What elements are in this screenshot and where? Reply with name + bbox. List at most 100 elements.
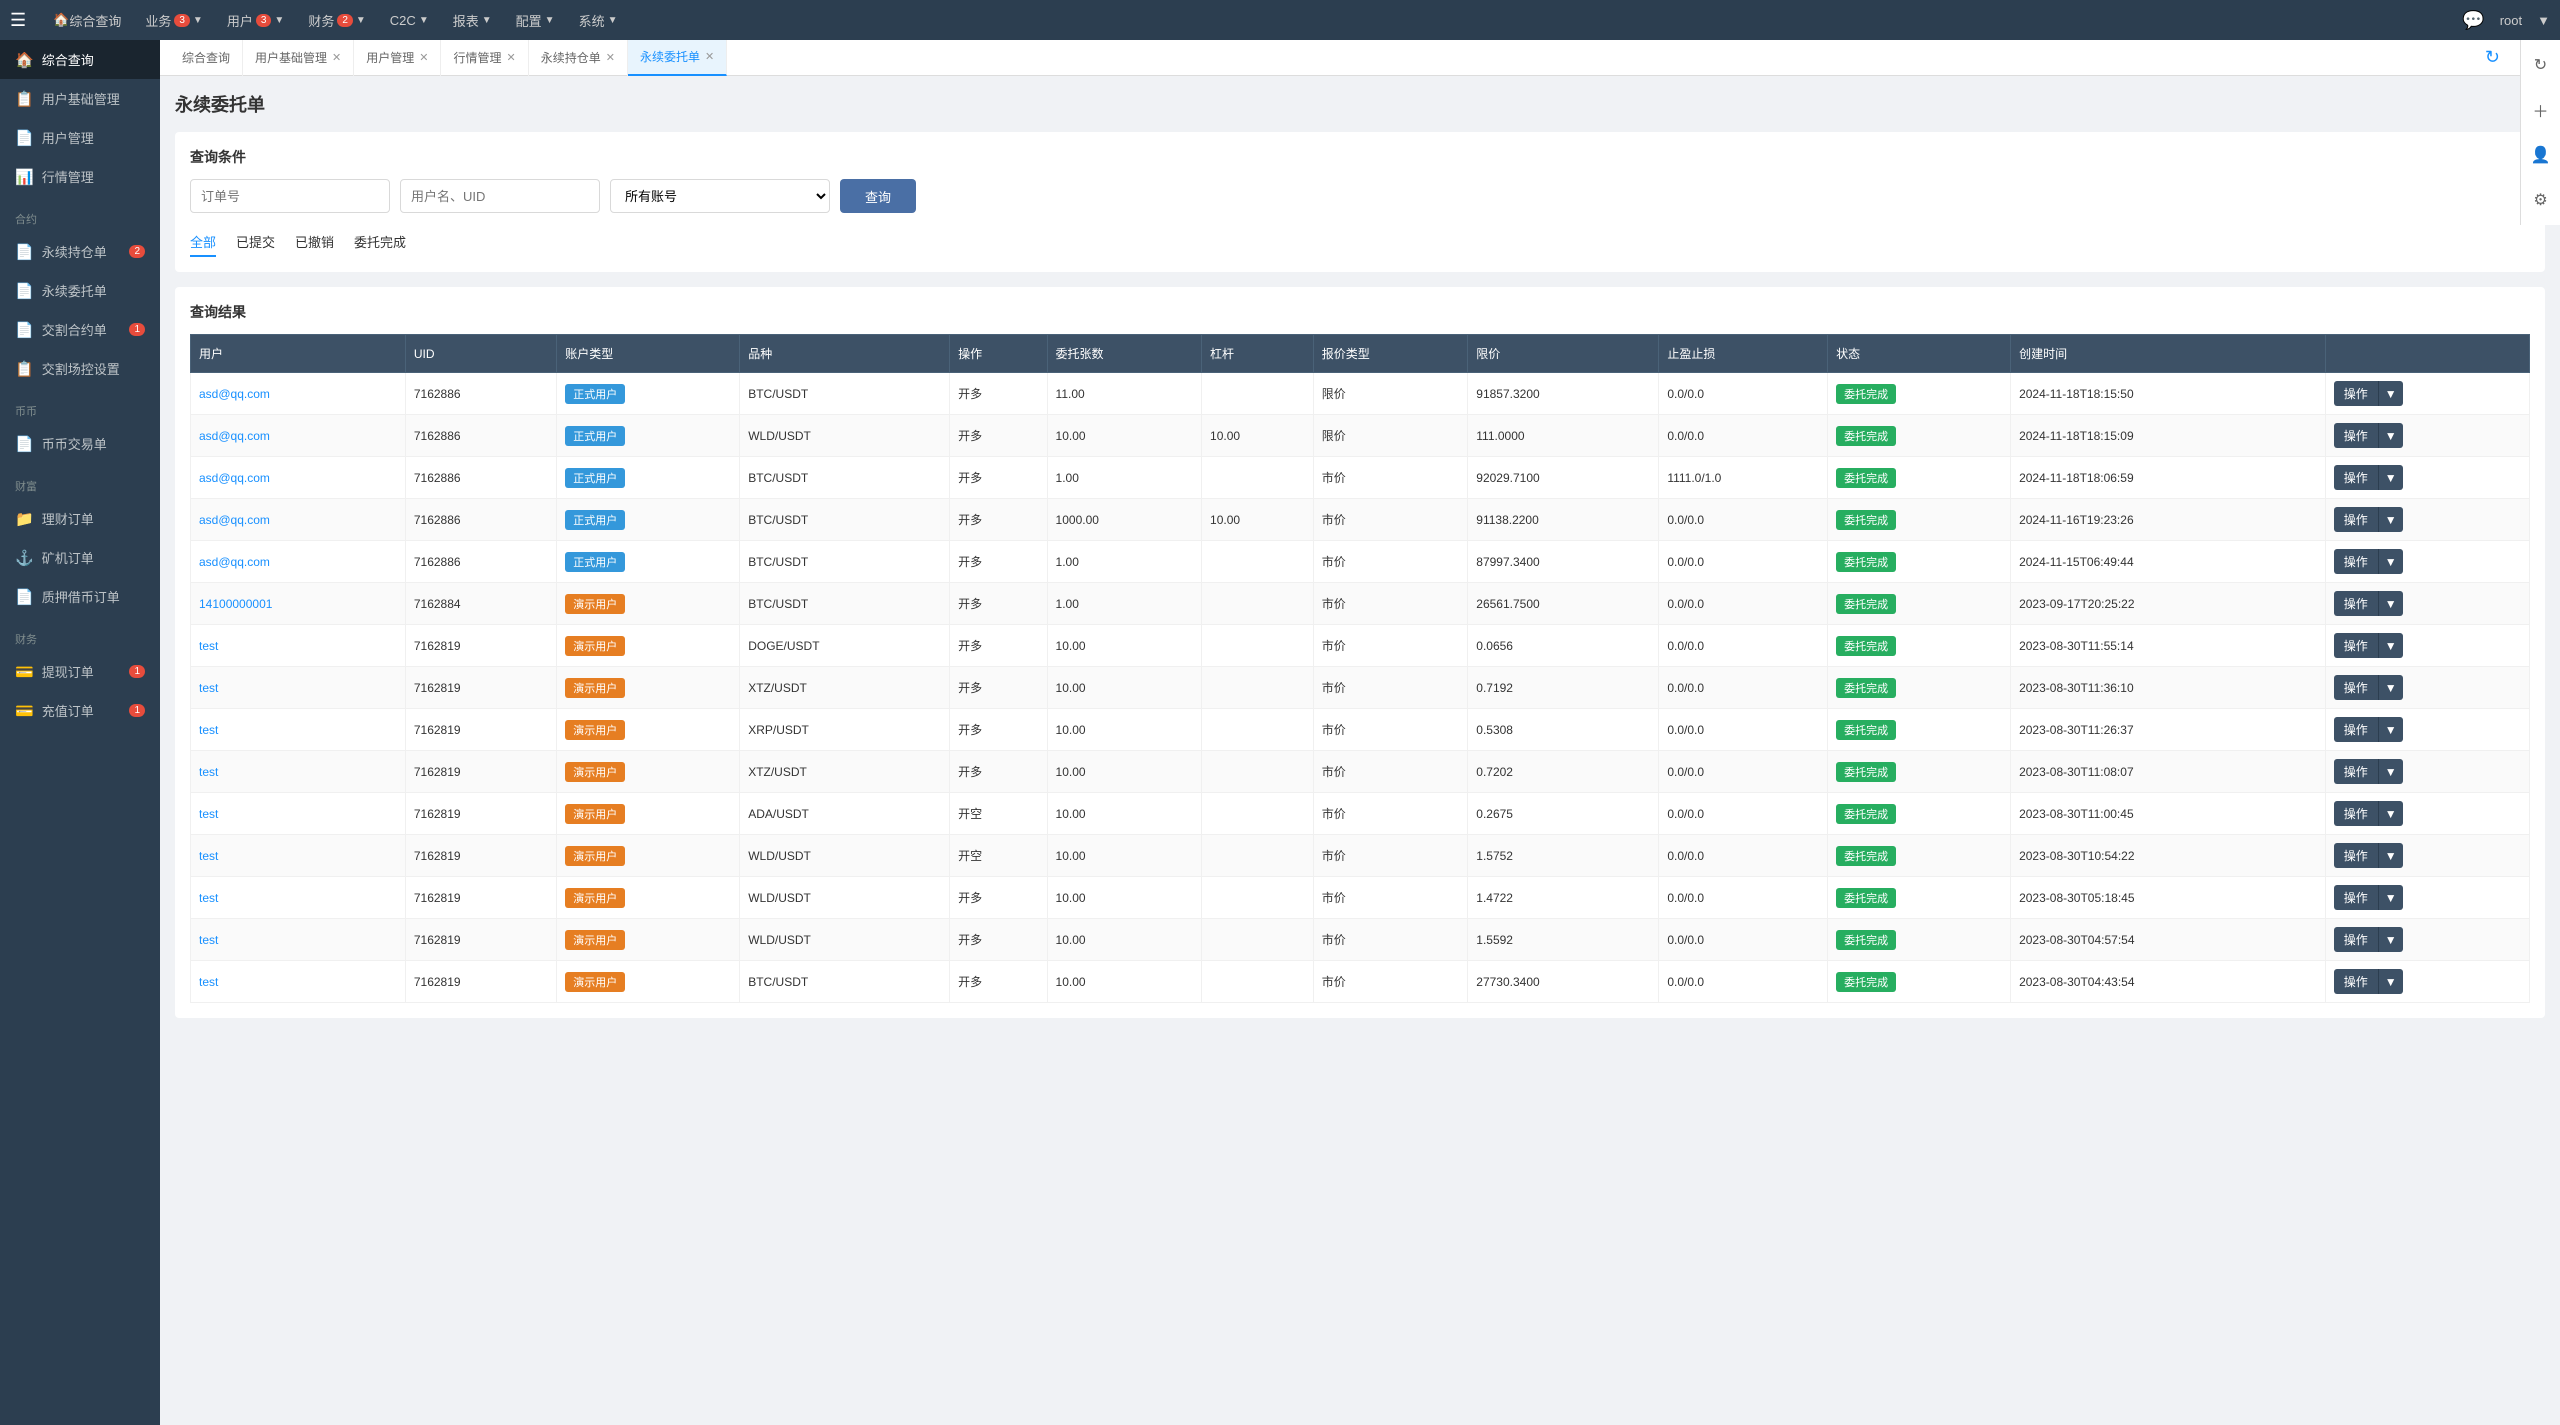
action-button[interactable]: 操作 (2334, 801, 2378, 826)
cell-leverage (1202, 919, 1314, 961)
action-button[interactable]: 操作 (2334, 927, 2378, 952)
action-button[interactable]: 操作 (2334, 633, 2378, 658)
sidebar-item-spot-trading[interactable]: 📄 币币交易单 (0, 424, 160, 463)
action-dropdown-button[interactable]: ▼ (2378, 591, 2403, 616)
right-sidebar-user-icon[interactable]: 👤 (2526, 140, 2556, 170)
action-button[interactable]: 操作 (2334, 885, 2378, 910)
account-type-tag: 正式用户 (565, 552, 625, 572)
tab-user-mgmt-close[interactable]: ✕ (419, 51, 428, 64)
right-sidebar-plus-icon[interactable]: ＋ (2526, 95, 2556, 125)
user-link[interactable]: test (199, 933, 218, 947)
nav-item-home[interactable]: 🏠 综合查询 (41, 0, 133, 40)
user-link[interactable]: test (199, 891, 218, 905)
tab-perp-position[interactable]: 永续持仓单 ✕ (529, 40, 628, 76)
action-dropdown-button[interactable]: ▼ (2378, 969, 2403, 994)
nav-item-finance[interactable]: 财务 2 ▼ (296, 0, 377, 40)
user-link[interactable]: test (199, 765, 218, 779)
action-dropdown-button[interactable]: ▼ (2378, 507, 2403, 532)
sidebar-item-contract-control[interactable]: 📋 交割场控设置 (0, 349, 160, 388)
action-button[interactable]: 操作 (2334, 591, 2378, 616)
filter-tab-completed[interactable]: 委托完成 (354, 228, 406, 257)
user-link[interactable]: asd@qq.com (199, 555, 270, 569)
nav-item-system[interactable]: 系统 ▼ (567, 0, 630, 40)
sidebar-item-user-mgmt[interactable]: 📄 用户管理 (0, 118, 160, 157)
user-name[interactable]: root (2500, 13, 2522, 28)
action-button[interactable]: 操作 (2334, 381, 2378, 406)
action-dropdown-button[interactable]: ▼ (2378, 465, 2403, 490)
user-link[interactable]: asd@qq.com (199, 429, 270, 443)
tab-perp-pos-close[interactable]: ✕ (606, 51, 615, 64)
user-dropdown-arrow[interactable]: ▼ (2537, 13, 2550, 28)
sidebar-item-overview[interactable]: 🏠 综合查询 (0, 40, 160, 79)
action-button[interactable]: 操作 (2334, 969, 2378, 994)
action-button[interactable]: 操作 (2334, 675, 2378, 700)
action-button[interactable]: 操作 (2334, 717, 2378, 742)
user-link[interactable]: 14100000001 (199, 597, 272, 611)
action-dropdown-button[interactable]: ▼ (2378, 843, 2403, 868)
user-link[interactable]: test (199, 849, 218, 863)
user-search-input[interactable] (400, 179, 600, 213)
user-link[interactable]: asd@qq.com (199, 471, 270, 485)
tab-overview[interactable]: 综合查询 (170, 40, 243, 76)
spot-icon: 📄 (15, 435, 34, 453)
user-link[interactable]: test (199, 723, 218, 737)
action-dropdown-button[interactable]: ▼ (2378, 885, 2403, 910)
sidebar-item-deposit-order[interactable]: 💳 充值订单 1 (0, 691, 160, 730)
action-dropdown-button[interactable]: ▼ (2378, 927, 2403, 952)
action-btn-group: 操作 ▼ (2334, 633, 2521, 658)
cell-action: 操作 ▼ (2325, 835, 2529, 877)
sidebar-item-withdraw-order[interactable]: 💳 提现订单 1 (0, 652, 160, 691)
menu-toggle-icon[interactable]: ☰ (10, 10, 26, 31)
action-dropdown-button[interactable]: ▼ (2378, 717, 2403, 742)
tab-market-mgmt[interactable]: 行情管理 ✕ (441, 40, 528, 76)
chat-icon[interactable]: 💬 (2462, 10, 2484, 31)
action-button[interactable]: 操作 (2334, 759, 2378, 784)
user-link[interactable]: test (199, 975, 218, 989)
tab-perp-order-close[interactable]: ✕ (705, 50, 714, 63)
user-link[interactable]: test (199, 681, 218, 695)
user-link[interactable]: asd@qq.com (199, 513, 270, 527)
action-button[interactable]: 操作 (2334, 465, 2378, 490)
nav-item-report[interactable]: 报表 ▼ (441, 0, 504, 40)
right-sidebar-settings-icon[interactable]: ⚙ (2526, 185, 2556, 215)
action-dropdown-button[interactable]: ▼ (2378, 801, 2403, 826)
action-dropdown-button[interactable]: ▼ (2378, 633, 2403, 658)
action-dropdown-button[interactable]: ▼ (2378, 381, 2403, 406)
sidebar-item-mining-order[interactable]: ⚓ 矿机订单 (0, 538, 160, 577)
filter-tab-all[interactable]: 全部 (190, 228, 216, 257)
filter-tab-submitted[interactable]: 已提交 (236, 228, 275, 257)
tab-user-mgmt[interactable]: 用户管理 ✕ (354, 40, 441, 76)
right-sidebar-refresh-icon[interactable]: ↻ (2526, 50, 2556, 80)
order-no-input[interactable] (190, 179, 390, 213)
sidebar-item-contract-order[interactable]: 📄 交割合约单 1 (0, 310, 160, 349)
user-link[interactable]: test (199, 807, 218, 821)
filter-tab-cancelled[interactable]: 已撤销 (295, 228, 334, 257)
tab-perp-order[interactable]: 永续委托单 ✕ (628, 40, 727, 76)
action-button[interactable]: 操作 (2334, 507, 2378, 532)
sidebar-item-user-basic[interactable]: 📋 用户基础管理 (0, 79, 160, 118)
nav-item-business[interactable]: 业务 3 ▼ (133, 0, 214, 40)
tab-user-basic-close[interactable]: ✕ (332, 51, 341, 64)
action-button[interactable]: 操作 (2334, 423, 2378, 448)
action-dropdown-button[interactable]: ▼ (2378, 549, 2403, 574)
action-button[interactable]: 操作 (2334, 843, 2378, 868)
user-link[interactable]: asd@qq.com (199, 387, 270, 401)
account-type-select[interactable]: 所有账号 正式用户 演示用户 (610, 179, 830, 213)
tab-user-basic[interactable]: 用户基础管理 ✕ (243, 40, 354, 76)
user-link[interactable]: test (199, 639, 218, 653)
nav-item-user[interactable]: 用户 3 ▼ (215, 0, 296, 40)
sidebar-item-market-mgmt[interactable]: 📊 行情管理 (0, 157, 160, 196)
refresh-icon[interactable]: ↻ (2485, 47, 2500, 68)
search-button[interactable]: 查询 (840, 179, 916, 213)
nav-item-c2c[interactable]: C2C ▼ (378, 0, 441, 40)
sidebar-item-wealth-order[interactable]: 📁 理财订单 (0, 499, 160, 538)
action-dropdown-button[interactable]: ▼ (2378, 423, 2403, 448)
action-dropdown-button[interactable]: ▼ (2378, 759, 2403, 784)
action-dropdown-button[interactable]: ▼ (2378, 675, 2403, 700)
action-button[interactable]: 操作 (2334, 549, 2378, 574)
nav-item-config[interactable]: 配置 ▼ (504, 0, 567, 40)
sidebar-item-pledge-order[interactable]: 📄 质押借币订单 (0, 577, 160, 616)
tab-market-close[interactable]: ✕ (507, 51, 516, 64)
sidebar-item-perpetual-order[interactable]: 📄 永续委托单 (0, 271, 160, 310)
sidebar-item-perpetual-position[interactable]: 📄 永续持仓单 2 (0, 232, 160, 271)
